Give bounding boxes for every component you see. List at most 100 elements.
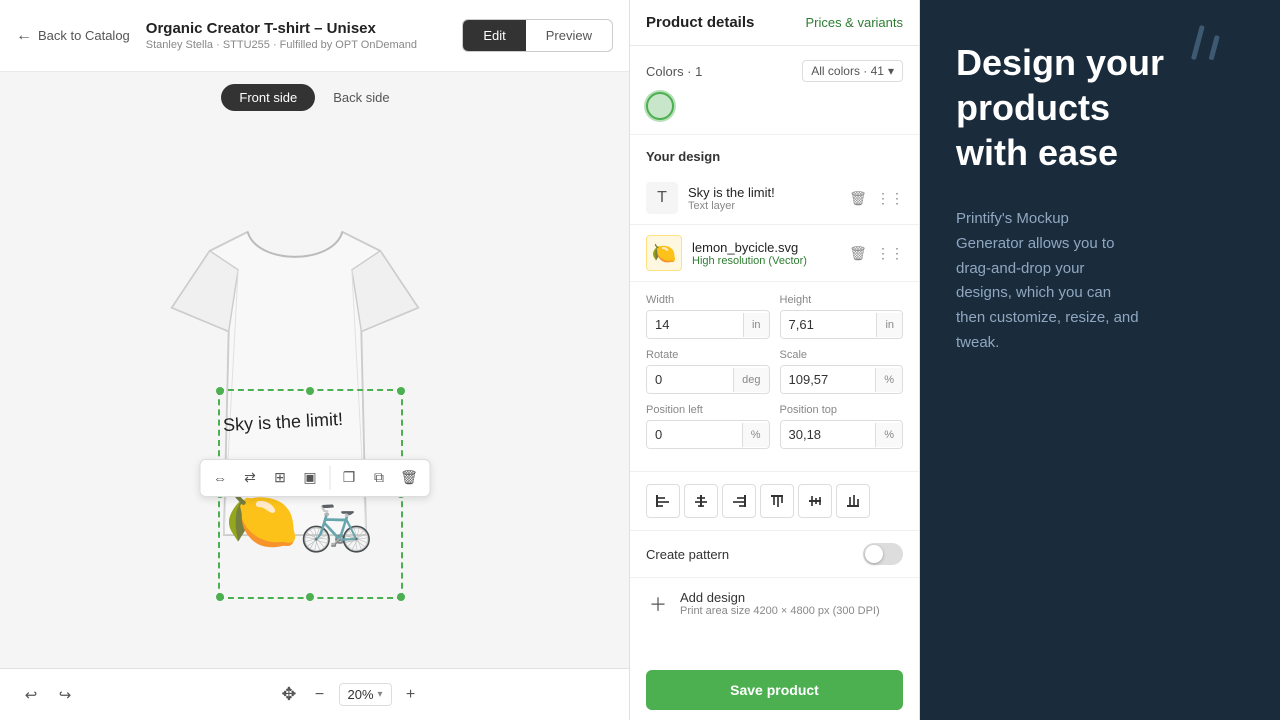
svg-layer-status: High resolution (Vector) [692,255,835,267]
fields-section: Width in Height in Rotate [630,282,919,472]
tab-back-side[interactable]: Back side [315,84,407,111]
align-bottom-button[interactable] [836,484,870,518]
rotate-label: Rotate [646,349,770,361]
align-middle-button[interactable] [798,484,832,518]
add-design-plus-icon: ＋ [646,592,670,616]
copy-icon-btn[interactable]: ⧉ [365,464,393,492]
details-panel: Product details Prices & variants Colors… [630,0,920,720]
side-tabs: Front side Back side [0,72,629,119]
zoom-out-button[interactable]: − [307,682,333,708]
text-layer-delete-icon[interactable]: 🗑 [845,185,871,211]
scale-input[interactable] [781,366,876,393]
pos-top-input[interactable] [781,421,876,448]
pattern-toggle[interactable] [863,543,903,565]
handle-tm[interactable] [306,387,314,395]
duplicate-icon-btn[interactable]: ❐ [335,464,363,492]
add-design-subtitle: Print area size 4200 × 4800 px (300 DPI) [680,605,880,617]
handle-br[interactable] [397,593,405,601]
pos-left-unit: % [742,423,769,447]
svg-layer-actions: 🗑 ⋮⋮ [845,240,903,266]
zoom-display[interactable]: 20% ▾ [339,683,392,706]
handle-bl[interactable] [216,593,224,601]
promo-body-text: Printify's MockupGenerator allows you to… [956,210,1139,351]
colors-section: Colors · 1 All colors · 41 ▾ [630,46,919,135]
canvas-area: Front side Back side [0,72,629,668]
color-swatch-green[interactable] [646,92,674,120]
rotate-scale-row: Rotate deg Scale % [646,349,903,394]
bottom-bar: ↩ ↪ ✥ − 20% ▾ + [0,668,629,720]
height-unit: in [876,313,902,337]
zoom-controls: − 20% ▾ + [307,682,424,708]
delete-icon-btn[interactable]: 🗑 [395,464,423,492]
all-colors-button[interactable]: All colors · 41 ▾ [802,60,903,82]
handle-tl[interactable] [216,387,224,395]
add-design-section: ＋ Add design Print area size 4200 × 4800… [630,578,919,629]
tab-front-side[interactable]: Front side [221,84,315,111]
edit-preview-tabs: Edit Preview [462,19,613,52]
crop-icon-btn[interactable]: ⊞ [266,464,294,492]
pos-top-unit: % [875,423,902,447]
pos-top-field-group: Position top % [780,404,904,449]
tshirt-canvas[interactable]: Sky is the limit! 🍋🚲 [0,119,629,668]
resize-icon-btn[interactable]: ⇔ [206,464,234,492]
width-height-row: Width in Height in [646,294,903,339]
pos-top-label: Position top [780,404,904,416]
your-design-label: Your design [630,135,919,172]
all-colors-label: All colors · 41 [811,64,884,78]
align-top-button[interactable] [760,484,794,518]
scale-field-group: Scale % [780,349,904,394]
svg-layer-delete-icon[interactable]: 🗑 [845,240,871,266]
align-section [630,472,919,531]
back-label: Back to Catalog [38,28,130,43]
align-tools [646,484,903,518]
tab-edit[interactable]: Edit [463,20,525,51]
undo-redo-group: ↩ ↪ [16,680,80,710]
tab-preview[interactable]: Preview [526,20,612,51]
promo-heading-text: Design yourproductswith ease [956,42,1164,173]
promo-deco-svg [1190,20,1250,100]
add-design-title[interactable]: Add design [680,590,880,605]
height-label: Height [780,294,904,306]
frame-icon-btn[interactable]: ▣ [296,464,324,492]
move-tool-icon[interactable]: ✥ [281,684,296,705]
save-btn-wrap: Save product [630,660,919,720]
height-input[interactable] [781,311,877,338]
pattern-label: Create pattern [646,547,729,562]
all-colors-chevron: ▾ [888,64,894,78]
product-info: Organic Creator T-shirt – Unisex Stanley… [146,20,447,51]
text-layer-item: T Sky is the limit! Text layer 🗑 ⋮⋮ [630,172,919,225]
back-to-catalog-link[interactable]: ← Back to Catalog [16,27,130,45]
flip-h-icon-btn[interactable]: ⇄ [236,464,264,492]
pos-left-input[interactable] [647,421,742,448]
prices-variants-link[interactable]: Prices & variants [805,15,903,30]
rotate-unit: deg [733,368,768,392]
pos-left-input-wrap: % [646,420,770,449]
undo-button[interactable]: ↩ [16,680,46,710]
redo-button[interactable]: ↪ [50,680,80,710]
width-input[interactable] [647,311,743,338]
text-layer-type: Text layer [688,200,835,212]
rotate-input[interactable] [647,366,733,393]
position-row: Position left % Position top % [646,404,903,449]
zoom-level: 20% [348,687,374,702]
svg-layer-name: lemon_bycicle.svg [692,240,835,255]
align-center-h-button[interactable] [684,484,718,518]
add-design-info: Add design Print area size 4200 × 4800 p… [680,590,880,617]
text-layer-more-icon[interactable]: ⋮⋮ [877,185,903,211]
pattern-section: Create pattern [630,531,919,578]
promo-panel: Design yourproductswith ease Printify's … [920,0,1280,720]
zoom-in-button[interactable]: + [398,682,424,708]
promo-body: Printify's MockupGenerator allows you to… [956,207,1244,356]
svg-layer-more-icon[interactable]: ⋮⋮ [877,240,903,266]
align-right-button[interactable] [722,484,756,518]
handle-tr[interactable] [397,387,405,395]
pos-top-input-wrap: % [780,420,904,449]
tshirt-wrapper: Sky is the limit! 🍋🚲 [125,194,505,594]
svg-layer-info: lemon_bycicle.svg High resolution (Vecto… [692,240,835,267]
align-left-button[interactable] [646,484,680,518]
pos-left-label: Position left [646,404,770,416]
save-product-button[interactable]: Save product [646,670,903,710]
scale-input-wrap: % [780,365,904,394]
colors-label: Colors · 1 [646,64,702,79]
handle-bm[interactable] [306,593,314,601]
